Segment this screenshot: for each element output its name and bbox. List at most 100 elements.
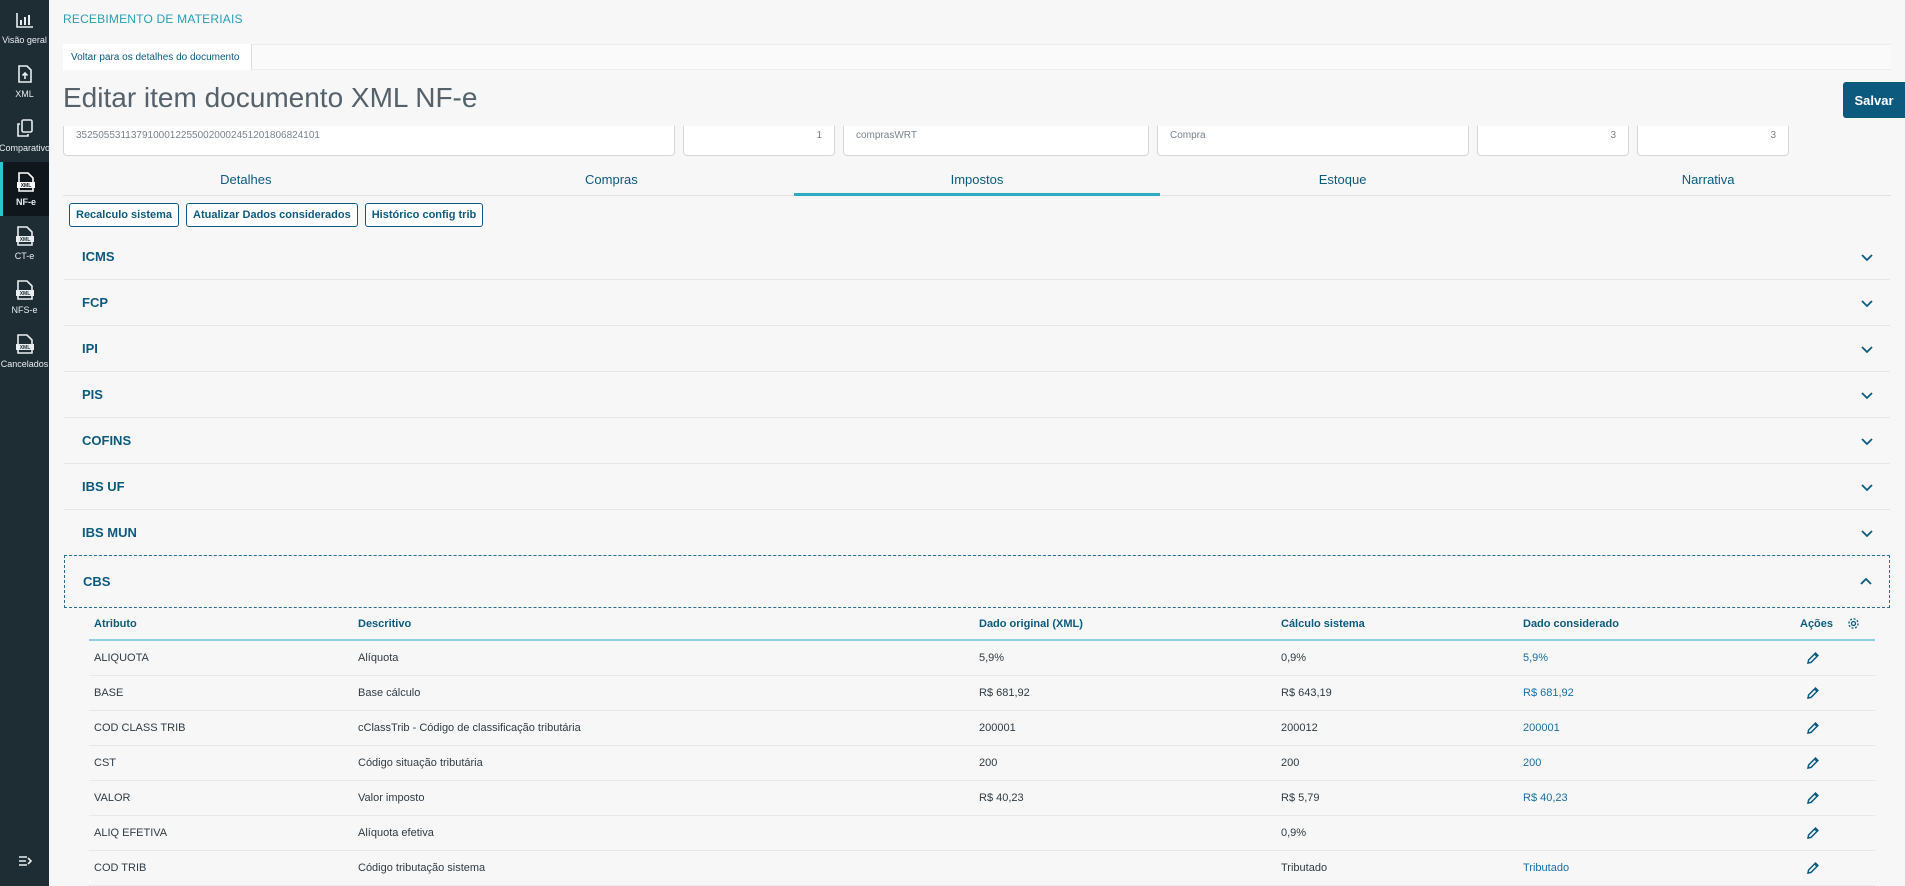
system-value-cell: R$ 643,19 [1281, 687, 1332, 699]
access-key-field[interactable]: 3525055311379100012255002000245120180682… [63, 126, 675, 156]
sidebar-item-label: NF-e [16, 197, 36, 207]
cbs-table: Atributo Descritivo Dado original (XML) … [89, 608, 1875, 886]
edit-button[interactable] [1806, 756, 1820, 770]
actions-header: Ações [1800, 617, 1875, 630]
attribute-cell: ALIQ EFETIVA [94, 827, 168, 839]
item-number-field[interactable]: 1 [683, 126, 835, 156]
edit-button[interactable] [1806, 686, 1820, 700]
tab-compras[interactable]: Compras [429, 163, 795, 195]
edit-button[interactable] [1806, 826, 1820, 840]
chevron-up-icon [1860, 577, 1872, 585]
save-button[interactable]: Salvar [1843, 82, 1905, 118]
tax-actions: Recalculo sistema Atualizar Dados consid… [69, 203, 484, 227]
pencil-icon [1807, 722, 1819, 734]
sidebar-item-cte[interactable]: XML CT-e [0, 216, 49, 270]
chevron-down-icon [1861, 529, 1873, 537]
accordion-fcp[interactable]: FCP [64, 280, 1890, 326]
column-header[interactable]: Dado considerado [1523, 618, 1800, 630]
svg-text:XML: XML [21, 183, 32, 189]
chevron-down-icon [1861, 483, 1873, 491]
gear-icon[interactable] [1847, 617, 1860, 630]
tab-estoque[interactable]: Estoque [1160, 163, 1526, 195]
accordion-pis[interactable]: PIS [64, 372, 1890, 418]
tax-config-history-button[interactable]: Histórico config trib [364, 203, 484, 227]
sidebar: Visão geral XML Comparativo XML NF-e XML… [0, 0, 50, 886]
recalculate-system-button[interactable]: Recalculo sistema [69, 203, 179, 227]
description-cell: Código situação tributária [358, 757, 483, 769]
sidebar-item-comparativo[interactable]: Comparativo [0, 108, 50, 162]
sidebar-item-visao-geral[interactable]: Visão geral [0, 0, 49, 54]
accordion-title: COFINS [82, 433, 132, 448]
accordion-ibs-uf[interactable]: IBS UF [64, 464, 1890, 510]
description-cell: Código tributação sistema [358, 862, 486, 874]
accordion-cbs[interactable]: CBS [64, 555, 1890, 608]
column-header[interactable]: Descritivo [358, 618, 979, 630]
file-upload-icon [14, 63, 36, 85]
back-to-document-link[interactable]: Voltar para os detalhes do documento [63, 44, 253, 70]
xml-value-cell: R$ 681,92 [979, 687, 1030, 699]
update-considered-data-button[interactable]: Atualizar Dados considerados [186, 203, 358, 227]
accordion-title: PIS [82, 387, 103, 402]
tab-impostos[interactable]: Impostos [794, 163, 1160, 196]
system-value-cell: 0,9% [1281, 652, 1307, 664]
table-header: Atributo Descritivo Dado original (XML) … [89, 608, 1875, 641]
xml-value-cell: 200 [979, 757, 998, 769]
table-row: VALOR Valor imposto R$ 40,23 R$ 5,79 R$ … [89, 781, 1875, 816]
considered-value-cell: R$ 40,23 [1523, 792, 1568, 804]
sidebar-item-nfse[interactable]: XML NFS-e [0, 270, 49, 324]
user-field[interactable]: comprasWRT [843, 126, 1149, 156]
column-header[interactable]: Cálculo sistema [1281, 618, 1523, 630]
tax-accordion: ICMS FCP IPI PIS COFINS IBS UF IBS MUN C… [64, 234, 1890, 608]
operation-field[interactable]: Compra [1157, 126, 1469, 156]
sidebar-item-label: Cancelados [0, 359, 49, 369]
attribute-cell: VALOR [94, 792, 131, 804]
sidebar-item-xml[interactable]: XML [0, 54, 49, 108]
considered-value-cell: 200 [1523, 757, 1542, 769]
system-value-cell: R$ 5,79 [1281, 792, 1320, 804]
table-row: COD CLASS TRIB cClassTrib - Código de cl… [89, 711, 1875, 746]
pencil-icon [1807, 792, 1819, 804]
xml-file-icon: XML [14, 225, 36, 247]
collapse-menu-button[interactable] [0, 854, 49, 872]
sidebar-item-label: CT-e [14, 251, 35, 261]
column-header[interactable]: Atributo [89, 618, 358, 630]
document-fields: 3525055311379100012255002000245120180682… [63, 126, 1789, 156]
sidebar-item-label: Visão geral [2, 35, 47, 45]
description-cell: Valor imposto [358, 792, 425, 804]
edit-button[interactable] [1806, 861, 1820, 875]
accordion-title: CBS [83, 574, 111, 589]
column-header: Ações [1800, 617, 1834, 630]
pencil-icon [1807, 862, 1819, 874]
quantity-considered-field[interactable]: 3 [1637, 126, 1789, 156]
chevron-down-icon [1861, 345, 1873, 353]
considered-value-cell: 200001 [1523, 722, 1560, 734]
sidebar-item-nfe[interactable]: XML NF-e [0, 162, 49, 216]
xml-file-icon: XML [15, 171, 37, 193]
xml-file-icon: XML [14, 279, 36, 301]
table-row: COD TRIB Código tributação sistema Tribu… [89, 851, 1875, 886]
sidebar-item-cancelados[interactable]: XML Cancelados [0, 324, 49, 378]
bar-chart-icon [14, 9, 36, 31]
edit-button[interactable] [1806, 791, 1820, 805]
accordion-icms[interactable]: ICMS [64, 234, 1890, 280]
accordion-title: IBS MUN [82, 525, 137, 540]
tab-bar: Detalhes Compras Impostos Estoque Narrat… [63, 163, 1891, 196]
accordion-cofins[interactable]: COFINS [64, 418, 1890, 464]
svg-text:XML: XML [19, 291, 30, 297]
accordion-ibs-mun[interactable]: IBS MUN [64, 510, 1890, 556]
pencil-icon [1807, 687, 1819, 699]
accordion-title: IPI [82, 341, 98, 356]
tab-narrativa[interactable]: Narrativa [1525, 163, 1891, 195]
accordion-title: IBS UF [82, 479, 125, 494]
quantity-field[interactable]: 3 [1477, 126, 1629, 156]
description-cell: Alíquota [358, 652, 399, 664]
accordion-ipi[interactable]: IPI [64, 326, 1890, 372]
chevron-down-icon [1861, 299, 1873, 307]
column-header[interactable]: Dado original (XML) [979, 618, 1281, 630]
system-value-cell: Tributado [1281, 862, 1328, 874]
edit-button[interactable] [1806, 721, 1820, 735]
page-title: Editar item documento XML NF-e [63, 82, 478, 113]
considered-value-cell: R$ 681,92 [1523, 687, 1574, 699]
edit-button[interactable] [1806, 651, 1820, 665]
tab-detalhes[interactable]: Detalhes [63, 163, 429, 195]
